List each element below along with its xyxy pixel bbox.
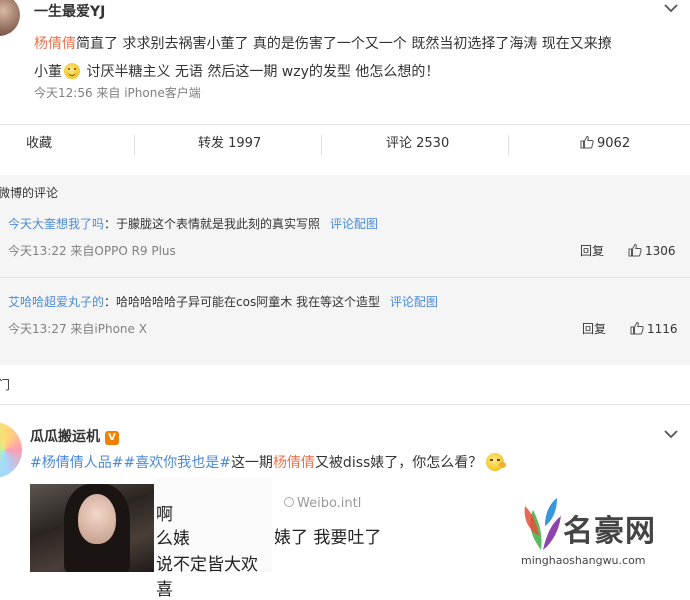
post-text-part2: 小董 xyxy=(34,64,62,80)
post-username[interactable]: 一生最爱YJ xyxy=(34,1,105,21)
reply-button[interactable]: 回复 xyxy=(582,320,606,337)
leaf-logo-icon xyxy=(524,498,561,550)
mention-link[interactable]: 杨倩倩 xyxy=(34,36,76,52)
smile-emoji-icon xyxy=(64,63,80,79)
comment-colon: ： xyxy=(104,217,117,231)
avatar[interactable] xyxy=(0,422,22,478)
post-text: #杨倩倩人品##喜欢你我也是#这一期杨倩倩又被diss婊了，你怎么看？ xyxy=(30,452,507,474)
chevron-down-icon[interactable] xyxy=(664,2,678,17)
watermark-name: 名豪网 xyxy=(563,514,656,549)
like-button[interactable]: 9062 xyxy=(580,127,630,161)
image-text-line: 么婊 xyxy=(156,529,190,549)
favorite-button[interactable]: 收藏 xyxy=(26,127,52,161)
post-text-b: 又被diss婊了，你怎么看？ xyxy=(314,455,483,471)
comment-text: 哈哈哈哈哈子异可能在cos阿童木 我在等这个造型 xyxy=(116,295,381,309)
watermark-url: minghaoshangwu.com xyxy=(521,554,646,567)
reply-button[interactable]: 回复 xyxy=(580,242,604,259)
action-bar: 收藏 转发 1997 评论 2530 9062 xyxy=(0,127,690,161)
post-text-part3: 讨厌半糖主义 无语 然后这一期 wzy的发型 他怎么想的！ xyxy=(86,64,440,80)
comment-row: 今天大奎想我了吗：于朦胧这个表情就是我此刻的真实写照 评论配图 xyxy=(8,215,378,232)
chevron-down-icon[interactable] xyxy=(664,428,678,443)
avatar[interactable] xyxy=(0,0,20,36)
comment-colon: ： xyxy=(104,295,117,309)
thumbs-up-icon xyxy=(628,243,642,257)
post-image[interactable]: 啊 么婊 说不定皆大欢喜 xyxy=(154,478,272,600)
image-text-line: 婊了 我要吐了 xyxy=(274,528,382,548)
separator xyxy=(321,135,322,155)
post-meta: 今天12:56 来自 iPhone客户端 xyxy=(34,86,201,100)
mention-link[interactable]: 杨倩倩 xyxy=(273,455,315,471)
comment-meta: 今天13:27 来自iPhone X xyxy=(8,322,147,336)
thumbs-up-icon xyxy=(630,321,644,335)
comment-image-link[interactable]: 评论配图 xyxy=(330,217,378,231)
post-username[interactable]: 瓜瓜搬运机 V xyxy=(30,426,119,446)
comment-image-link[interactable]: 评论配图 xyxy=(390,295,438,309)
globe-icon xyxy=(284,497,294,507)
like-count: 9062 xyxy=(597,136,631,151)
comment-row: 艾哈哈超爱丸子的：哈哈哈哈哈子异可能在cos阿童木 我在等这个造型 评论配图 xyxy=(8,293,438,310)
comment-user-link[interactable]: 艾哈哈超爱丸子的 xyxy=(8,295,104,309)
thinking-emoji-icon xyxy=(486,453,507,471)
comment-like-count: 1116 xyxy=(647,322,678,336)
comment-like-button[interactable]: 1306 xyxy=(628,243,676,258)
comments-title: 微博的评论 xyxy=(0,186,59,200)
verified-badge-icon: V xyxy=(105,431,119,445)
post-image[interactable]: Weibo.intl 婊了 我要吐了 xyxy=(272,478,532,572)
image-text-line: 啊 xyxy=(156,505,173,525)
post-text: 杨倩倩简直了 求求别去祸害小董了 真的是伤害了一个又一个 既然当初选择了海涛 现… xyxy=(34,30,674,86)
comment-meta: 今天13:22 来自OPPO R9 Plus xyxy=(8,244,176,258)
comment-text: 于朦胧这个表情就是我此刻的真实写照 xyxy=(116,217,321,231)
divider xyxy=(0,124,690,125)
separator xyxy=(134,135,135,155)
image-watermark: Weibo.intl xyxy=(284,496,361,511)
comment-like-count: 1306 xyxy=(645,244,676,258)
separator xyxy=(508,135,509,155)
comment-user-link[interactable]: 今天大奎想我了吗 xyxy=(8,217,104,231)
divider xyxy=(0,404,690,405)
topic-link[interactable]: #杨倩倩人品# xyxy=(30,455,123,471)
photo-face xyxy=(78,494,116,544)
topic-link[interactable]: #喜欢你我也是# xyxy=(123,455,230,471)
post-text-a: 这一期 xyxy=(230,455,273,471)
comment-button[interactable]: 评论 2530 xyxy=(386,127,449,161)
repost-button[interactable]: 转发 1997 xyxy=(198,127,261,161)
image-watermark-text: Weibo.intl xyxy=(297,496,362,511)
post-text-part1: 简直了 求求别去祸害小董了 真的是伤害了一个又一个 既然当初选择了海涛 现在又来… xyxy=(76,36,612,52)
post-username-text: 瓜瓜搬运机 xyxy=(30,429,100,445)
thumbs-up-icon xyxy=(580,135,594,149)
divider xyxy=(0,277,690,278)
image-text-line: 说不定皆大欢喜 xyxy=(156,555,258,600)
truncated-label: 门 xyxy=(0,378,11,392)
site-watermark: 名豪网 minghaoshangwu.com xyxy=(505,490,690,572)
post-image[interactable] xyxy=(30,484,154,572)
comment-like-button[interactable]: 1116 xyxy=(630,321,678,336)
